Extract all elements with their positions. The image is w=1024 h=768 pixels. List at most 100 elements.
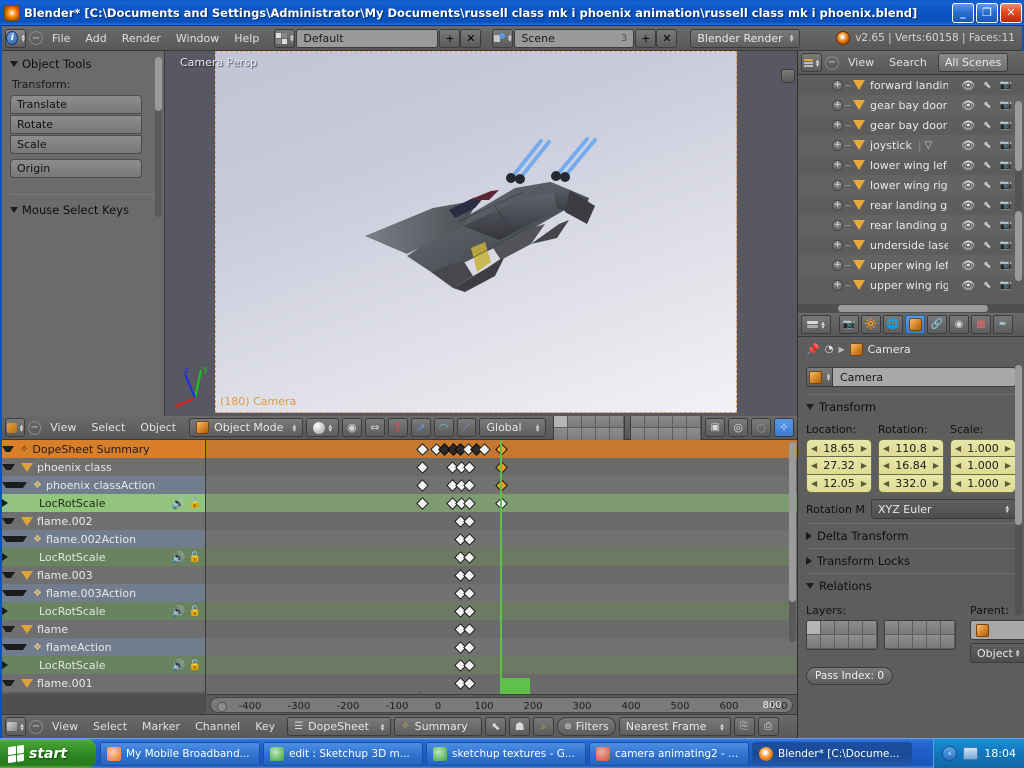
dopesheet-menu-key[interactable]: Key — [249, 719, 281, 734]
camera-render-icon[interactable]: 📷 — [1000, 280, 1012, 291]
snap-during-transform-icon[interactable]: ⇔ — [365, 418, 385, 437]
cursor-selectable-icon[interactable]: ⬉ — [983, 220, 991, 231]
tab-render[interactable]: 📷 — [839, 315, 859, 334]
minimize-button[interactable]: _ — [952, 3, 974, 23]
channel-locrotscale-flame-003[interactable]: LocRotScale 🔊 🔓 — [2, 602, 205, 620]
mute-speaker-icon[interactable]: 🔊 — [172, 497, 186, 510]
rotation-z-field[interactable]: ◀332.0▶ — [878, 475, 944, 493]
expand-icon[interactable]: + — [832, 280, 843, 291]
rotate-manipulator-icon[interactable]: ◠ — [434, 418, 454, 437]
snap-mode-selector[interactable]: Nearest Frame ▴▾ — [619, 717, 731, 736]
increment-arrow-icon[interactable]: ▶ — [1005, 444, 1011, 453]
layer-cell[interactable] — [885, 621, 899, 635]
layer-cell[interactable] — [835, 621, 849, 635]
outliner-row[interactable]: + gear bay door 👁 ⬉ 📷 — [798, 115, 1024, 135]
transform-orientation-selector[interactable]: Global ▴▾ — [479, 418, 546, 437]
origin-button[interactable]: Origin — [10, 159, 142, 178]
expand-icon[interactable]: + — [832, 120, 843, 131]
eye-visibility-icon[interactable]: 👁 — [961, 219, 975, 232]
eye-visibility-icon[interactable]: 👁 — [961, 99, 975, 112]
layer-cell[interactable] — [849, 635, 863, 649]
rotation-mode-dropdown[interactable]: XYZ Euler ▴▾ — [871, 499, 1016, 519]
cursor-selectable-icon[interactable]: ⬉ — [983, 140, 991, 151]
object-layers-group-2[interactable] — [884, 620, 956, 650]
summary-toggle[interactable]: ✧ Summary — [394, 717, 482, 736]
clock[interactable]: 18:04 — [984, 747, 1016, 760]
timeline-scroll-handle[interactable] — [217, 702, 227, 712]
layer-cell[interactable] — [807, 635, 821, 649]
outliner-row[interactable]: + lower wing lef 👁 ⬉ 📷 — [798, 155, 1024, 175]
mute-speaker-icon[interactable]: 🔊 — [172, 551, 186, 564]
viewport-panel-toggle[interactable] — [781, 69, 795, 83]
outliner-row[interactable]: + gear bay door 👁 ⬉ 📷 — [798, 95, 1024, 115]
dopesheet-menu-channel[interactable]: Channel — [189, 719, 246, 734]
keyframe[interactable] — [416, 479, 429, 492]
channel-object-flame-003[interactable]: flame.003 — [2, 566, 205, 584]
channel-locrotscale-flame[interactable]: LocRotScale 🔊 🔓 — [2, 656, 205, 674]
dopesheet-menu-select[interactable]: Select — [87, 719, 133, 734]
outliner-vertical-scrollbar[interactable] — [1015, 101, 1022, 281]
mute-speaker-icon[interactable]: 🔊 — [172, 659, 186, 672]
cursor-selectable-icon[interactable]: ⬉ — [983, 260, 991, 271]
expand-icon[interactable]: + — [832, 140, 843, 151]
eye-visibility-icon[interactable]: 👁 — [961, 199, 975, 212]
timeline-strip[interactable]: -400 -300 -200 -100 0 100 200 300 400 50… — [210, 697, 793, 713]
scale-manipulator-icon[interactable]: ⟋ — [457, 418, 477, 437]
editor-type-icon[interactable]: ▴▾ — [5, 717, 26, 736]
taskbar-item[interactable]: camera animating2 - ... — [589, 742, 749, 766]
outliner-display-mode[interactable]: All Scenes — [938, 53, 1008, 72]
layer-cell[interactable] — [941, 621, 955, 635]
keyframe[interactable] — [416, 497, 429, 510]
lock-icon[interactable]: 🔓 — [189, 552, 201, 563]
outliner-row[interactable]: + rear landing g 👁 ⬉ 📷 — [798, 215, 1024, 235]
outliner-row-toggles[interactable]: 👁 ⬉ 📷 — [961, 79, 1024, 92]
outliner-row[interactable]: + forward landin 👁 ⬉ 📷 — [798, 75, 1024, 95]
layer-cell[interactable] — [835, 635, 849, 649]
menu-help[interactable]: Help — [228, 31, 265, 46]
outliner-horizontal-scrollbar[interactable] — [798, 304, 1024, 313]
viewport-canvas-area[interactable]: Camera Persp (180) Camera y z x — [165, 51, 797, 416]
camera-render-icon[interactable]: 📷 — [1000, 140, 1012, 151]
cursor-selectable-icon[interactable]: ⬉ — [983, 200, 991, 211]
rotation-x-field[interactable]: ◀110.8▶ — [878, 439, 944, 457]
decrement-arrow-icon[interactable]: ◀ — [811, 444, 817, 453]
layer-cell[interactable] — [885, 635, 899, 649]
taskbar-item-active[interactable]: Blender* [C:\Docume... — [752, 742, 912, 766]
expand-icon[interactable]: + — [832, 240, 843, 251]
decrement-arrow-icon[interactable]: ◀ — [955, 444, 961, 453]
keyframe[interactable] — [463, 659, 476, 672]
increment-arrow-icon[interactable]: ▶ — [1005, 461, 1011, 470]
eye-visibility-icon[interactable]: 👁 — [961, 79, 975, 92]
menu-file[interactable]: File — [46, 31, 76, 46]
screen-layout-field[interactable]: Default — [296, 29, 438, 48]
rotation-y-field[interactable]: ◀16.84▶ — [878, 457, 944, 475]
scene-layers-widget[interactable] — [553, 413, 702, 443]
outliner-row[interactable]: + rear landing g 👁 ⬉ 📷 — [798, 195, 1024, 215]
viewport-shading-selector[interactable]: ▴▾ — [306, 418, 339, 437]
keyframe[interactable] — [463, 677, 476, 690]
screen-layout-selector[interactable]: ▴▾ Default + ✕ — [274, 29, 481, 48]
channel-dopesheet-summary[interactable]: ✧ DopeSheet Summary — [2, 440, 205, 458]
channel-controls[interactable]: 🔊 🔓 — [172, 551, 205, 564]
decrement-arrow-icon[interactable]: ◀ — [811, 461, 817, 470]
collapse-menu-icon[interactable]: − — [29, 31, 43, 45]
tab-physics[interactable]: ◉ — [949, 315, 969, 334]
channel-object-flame[interactable]: flame — [2, 620, 205, 638]
channel-action-flame[interactable]: ❖ flameAction — [2, 638, 205, 656]
channel-controls[interactable]: 🔊 🔓 — [172, 497, 205, 510]
eye-visibility-icon[interactable]: 👁 — [961, 279, 975, 292]
editor-type-icon[interactable]: ▴▾ — [801, 315, 831, 334]
eye-visibility-icon[interactable]: 👁 — [961, 159, 975, 172]
increment-arrow-icon[interactable]: ▶ — [933, 444, 939, 453]
tab-constraints[interactable]: 🔗 — [927, 315, 947, 334]
channel-object-phoenix-class[interactable]: phoenix class — [2, 458, 205, 476]
outliner-row[interactable]: + underside lase 👁 ⬉ 📷 — [798, 235, 1024, 255]
scene-name-field[interactable]: Scene 3 — [514, 29, 634, 48]
mesh-data-icon[interactable]: ▽ — [925, 140, 933, 151]
dopesheet-menu-marker[interactable]: Marker — [136, 719, 186, 734]
parent-type-dropdown[interactable]: Object ▴▾ — [970, 643, 1024, 663]
texture-preview-icon[interactable]: ◎ — [728, 418, 748, 437]
layer-cell[interactable] — [863, 621, 877, 635]
keyframe[interactable] — [478, 443, 491, 456]
info-editor-type-icon[interactable]: i ▴▾ — [5, 29, 26, 48]
